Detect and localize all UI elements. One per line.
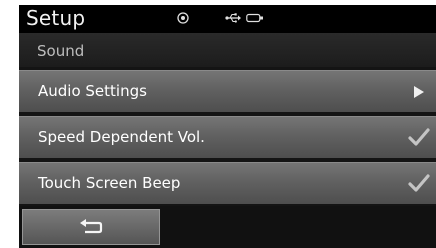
status-bar: Setup [19, 5, 436, 33]
checkmark-icon[interactable] [408, 173, 430, 193]
back-arrow-icon [80, 219, 103, 234]
menu-item-audio-settings[interactable]: Audio Settings [19, 70, 436, 112]
menu-item-speed-dependent-vol[interactable]: Speed Dependent Vol. [19, 116, 436, 158]
breadcrumb-label: Sound [37, 42, 85, 60]
page-title: Setup [26, 6, 86, 30]
breadcrumb: Sound [19, 33, 436, 67]
checkmark-icon[interactable] [408, 127, 430, 147]
menu-item-label: Audio Settings [38, 82, 147, 100]
chevron-right-icon [414, 86, 424, 98]
bottom-bar [19, 206, 436, 248]
ipod-icon [246, 13, 263, 23]
gps-icon [177, 12, 189, 24]
menu-item-label: Touch Screen Beep [38, 174, 181, 192]
menu-item-touch-screen-beep[interactable]: Touch Screen Beep [19, 162, 436, 204]
back-button[interactable] [22, 209, 160, 245]
setup-screen: Setup Sound Audio Settings Speed Depende… [19, 5, 436, 248]
menu-item-label: Speed Dependent Vol. [38, 128, 205, 146]
usb-icon [225, 13, 241, 23]
